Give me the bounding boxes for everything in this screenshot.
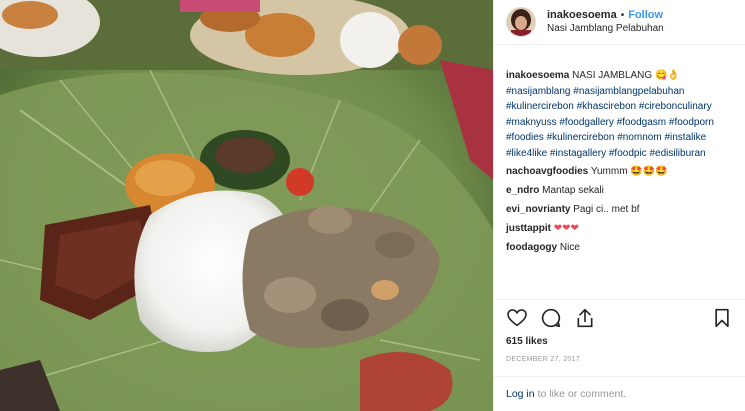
bookmark-icon — [715, 308, 729, 328]
share-arrow-icon — [577, 308, 593, 328]
divider — [494, 376, 745, 377]
comment-button[interactable] — [534, 304, 568, 332]
comment-row: justtappit ❤❤❤ — [506, 221, 732, 237]
comment-emojis: ❤❤❤ — [553, 223, 579, 234]
caption: inakoesoema NASI JAMBLANG 😋👌 #nasijambla… — [506, 68, 732, 161]
comment-text: Yummm — [590, 166, 631, 177]
login-rest: to like or comment. — [537, 388, 627, 400]
hashtag-link[interactable]: #maknyuss — [506, 117, 557, 128]
hashtag-link[interactable]: #edisiliburan — [649, 148, 705, 159]
header-username[interactable]: inakoesoema — [547, 9, 617, 22]
comment-text: Pagi ci.. met bf — [573, 204, 640, 215]
hashtag-link[interactable]: #nomnom — [617, 132, 661, 143]
comment-row: evi_novrianty Pagi ci.. met bf — [506, 202, 732, 218]
header-separator: • — [620, 10, 625, 21]
comment-row: nachoavgfoodies Yummm 🤩🤩🤩 — [506, 164, 732, 180]
comment-username[interactable]: justtappit — [506, 223, 551, 234]
hashtag-link[interactable]: #instalike — [664, 132, 706, 143]
hashtag-link[interactable]: #foodgasm — [617, 117, 666, 128]
comments-list[interactable]: inakoesoema NASI JAMBLANG 😋👌 #nasijambla… — [494, 68, 744, 296]
comment-row: foodagogy Nice — [506, 240, 732, 256]
comment-text: Nice — [559, 242, 580, 253]
comment-bubble-icon — [541, 308, 561, 328]
hashtag-link[interactable]: #foodpic — [609, 148, 647, 159]
caption-hashtags: #nasijamblang #nasijamblangpelabuhan #ku… — [506, 86, 714, 159]
hashtag-link[interactable]: #instagallery — [550, 148, 606, 159]
hashtag-link[interactable]: #kulinercirebon — [506, 101, 574, 112]
hashtag-link[interactable]: #khascirebon — [577, 101, 636, 112]
avatar-image — [507, 8, 535, 36]
comment-username[interactable]: foodagogy — [506, 242, 557, 253]
follow-button[interactable]: Follow — [628, 9, 663, 22]
location-link[interactable]: Nasi Jamblang Pelabuhan — [547, 22, 664, 35]
food-photo-image — [0, 0, 493, 411]
hashtag-link[interactable]: #nasijamblang — [506, 86, 571, 97]
caption-title: NASI JAMBLANG — [572, 70, 653, 81]
post-header: inakoesoema • Follow Nasi Jamblang Pelab… — [494, 0, 745, 45]
login-link[interactable]: Log in — [506, 388, 535, 400]
caption-username[interactable]: inakoesoema — [506, 70, 569, 81]
post-photo[interactable] — [0, 0, 493, 411]
like-button[interactable] — [500, 304, 534, 332]
hashtag-link[interactable]: #nasijamblangpelabuhan — [573, 86, 684, 97]
post-sidebar: inakoesoema • Follow Nasi Jamblang Pelab… — [493, 0, 745, 411]
comments-fade — [494, 286, 745, 298]
comment-username[interactable]: e_ndro — [506, 185, 539, 196]
save-button[interactable] — [705, 304, 739, 332]
comment-row: e_ndro Mantap sekali — [506, 183, 732, 199]
comment-username[interactable]: evi_novrianty — [506, 204, 570, 215]
hashtag-link[interactable]: #like4like — [506, 148, 547, 159]
login-prompt: Log in to like or comment. — [506, 388, 626, 400]
post-container: inakoesoema • Follow Nasi Jamblang Pelab… — [0, 0, 745, 411]
heart-outline-icon — [507, 309, 527, 327]
share-button[interactable] — [568, 304, 602, 332]
post-date: DECEMBER 27, 2017 — [506, 356, 580, 363]
hashtag-link[interactable]: #foodgallery — [559, 117, 613, 128]
comment-text: Mantap sekali — [542, 185, 604, 196]
avatar[interactable] — [506, 7, 536, 37]
hashtag-link[interactable]: #kulinercirebon — [547, 132, 615, 143]
comment-emojis: 🤩🤩🤩 — [630, 166, 668, 177]
caption-emojis: 😋👌 — [654, 70, 680, 81]
divider — [494, 299, 745, 300]
hashtag-link[interactable]: #foodies — [506, 132, 544, 143]
hashtag-link[interactable]: #cirebonculinary — [639, 101, 712, 112]
hashtag-link[interactable]: #foodporn — [669, 117, 714, 128]
action-bar — [500, 304, 739, 332]
like-count[interactable]: 615 likes — [506, 336, 548, 347]
comment-rows: nachoavgfoodies Yummm 🤩🤩🤩 e_ndro Mantap s… — [506, 164, 732, 256]
comment-username[interactable]: nachoavgfoodies — [506, 166, 588, 177]
